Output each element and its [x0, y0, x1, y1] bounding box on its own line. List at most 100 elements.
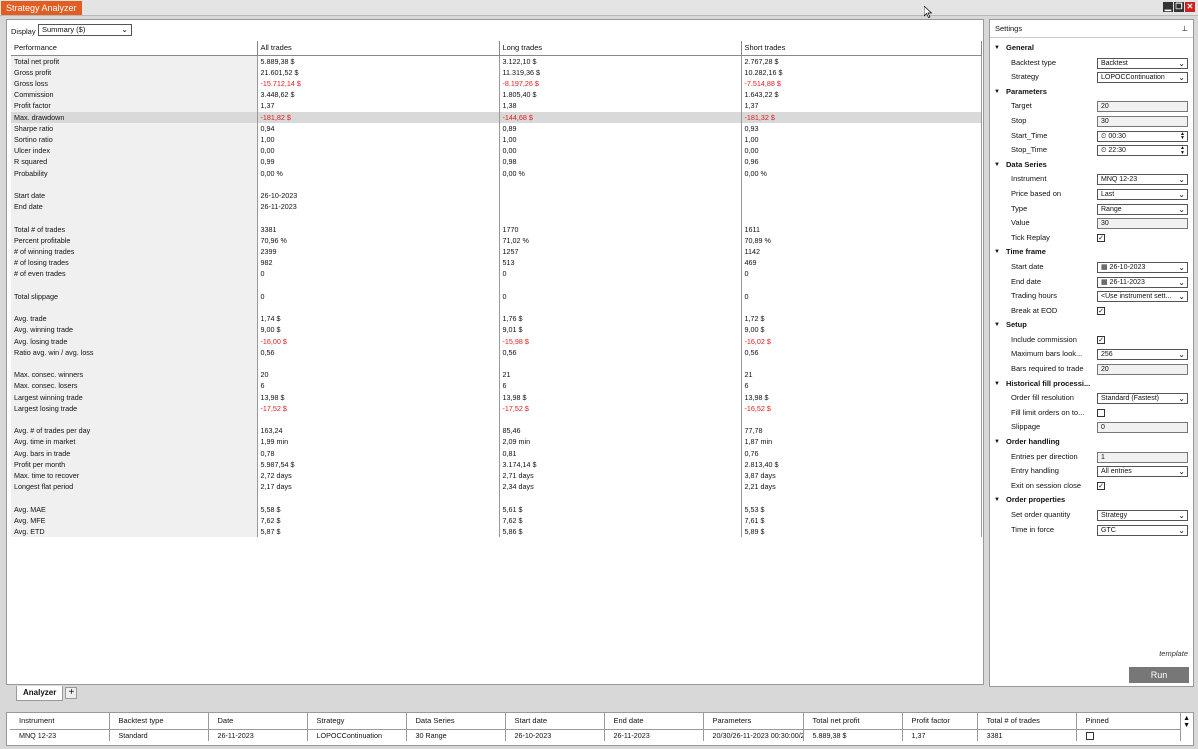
setting-input[interactable]: 20 — [1097, 101, 1188, 113]
perf-cell-long: 1770 — [499, 223, 742, 235]
results-row[interactable]: MNQ 12-23 Standard 26-11-2023 LOPOCContinua… — [10, 729, 1181, 741]
setting-dropdown[interactable]: GTC ⌄ — [1097, 524, 1188, 536]
perf-cell-long — [499, 413, 742, 426]
setting-input[interactable]: 30 — [1097, 218, 1188, 230]
perf-cell-short: 0,56 — [741, 346, 982, 358]
collapse-triangle-icon[interactable]: ▼ — [994, 245, 1000, 260]
collapse-triangle-icon[interactable]: ▼ — [994, 435, 1000, 450]
perf-cell-long: 7,62 $ — [499, 514, 742, 526]
settings-category[interactable]: ▼ Time frame — [990, 245, 1193, 260]
spinner-icon[interactable]: ▲ ▼ — [1180, 146, 1185, 155]
setting-checkbox[interactable]: ✓ — [1097, 481, 1105, 490]
results-header-11[interactable]: Pinned — [1076, 713, 1181, 730]
perf-row-label: Avg. time in market — [11, 436, 258, 448]
perf-cell-long: 71,02 % — [499, 234, 742, 246]
settings-category[interactable]: ▼ Order properties — [990, 493, 1193, 508]
setting-row: Type Range ⌄ — [990, 202, 1193, 217]
setting-checkbox[interactable] — [1097, 408, 1105, 417]
settings-category[interactable]: ▼ Setup — [990, 318, 1193, 333]
results-header-8[interactable]: Total net profit — [803, 713, 903, 730]
perf-cell-short — [741, 201, 982, 213]
add-tab-button[interactable]: + — [65, 687, 78, 699]
results-header-2[interactable]: Date — [208, 713, 308, 730]
perf-row-label — [11, 357, 258, 370]
settings-category[interactable]: ▼ Parameters — [990, 85, 1193, 100]
setting-dropdown[interactable]: 256 ⌄ — [1097, 349, 1188, 361]
perf-cell-all: -16,00 $ — [257, 335, 500, 347]
setting-dropdown[interactable]: All entries ⌄ — [1097, 466, 1188, 478]
setting-dropdown[interactable]: Range ⌄ — [1097, 203, 1188, 215]
results-header-10[interactable]: Total # of trades — [977, 713, 1077, 730]
close-button[interactable]: ✕ — [1185, 2, 1195, 12]
collapse-triangle-icon[interactable]: ▼ — [994, 158, 1000, 173]
setting-dropdown[interactable]: Backtest ⌄ — [1097, 57, 1188, 69]
setting-dropdown[interactable]: <Use instrument sett... ⌄ — [1097, 291, 1188, 303]
perf-header-1[interactable]: All trades — [257, 41, 500, 56]
setting-dropdown[interactable]: LOPOCContinuation ⌄ — [1097, 72, 1188, 84]
collapse-triangle-icon[interactable]: ▼ — [994, 493, 1000, 508]
perf-header-0[interactable]: Performance — [11, 41, 258, 56]
setting-input[interactable]: 0 — [1097, 422, 1188, 434]
setting-spin[interactable]: ⏲ 22:30 ▲ ▼ — [1097, 145, 1188, 157]
tab-analyzer[interactable]: Analyzer — [16, 686, 64, 701]
collapse-triangle-icon[interactable]: ▼ — [994, 377, 1000, 392]
perf-row: Sharpe ratio 0,94 0,89 0,93 — [11, 122, 982, 134]
results-header-1[interactable]: Backtest type — [109, 713, 209, 730]
collapse-triangle-icon[interactable]: ▼ — [994, 41, 1000, 56]
template-link[interactable]: template — [1159, 649, 1188, 658]
perf-row: Longest flat period 2,17 days 2,34 days 2,2… — [11, 481, 982, 493]
results-header-3[interactable]: Strategy — [307, 713, 407, 730]
settings-category[interactable]: ▼ Data Series — [990, 158, 1193, 173]
setting-input[interactable]: 1 — [1097, 451, 1188, 463]
perf-row-label: Sharpe ratio — [11, 122, 258, 134]
run-button[interactable]: Run — [1129, 667, 1189, 683]
setting-dropdown[interactable]: ▦ 26-10-2023 ⌄ — [1097, 261, 1188, 273]
setting-dropdown[interactable]: Strategy ⌄ — [1097, 510, 1188, 521]
setting-dropdown[interactable]: Last ⌄ — [1097, 188, 1188, 200]
pinned-checkbox[interactable] — [1085, 731, 1094, 740]
perf-row-label: Profit per month — [11, 458, 258, 470]
results-header-0[interactable]: Instrument — [10, 713, 110, 730]
collapse-triangle-icon[interactable]: ▼ — [994, 85, 1000, 100]
setting-checkbox[interactable]: ✓ — [1097, 233, 1105, 242]
perf-header-3[interactable]: Short trades — [741, 41, 982, 56]
setting-label: Backtest type — [1011, 57, 1057, 67]
perf-cell-short: 0,00 % — [741, 167, 982, 179]
setting-input[interactable]: 20 — [1097, 364, 1188, 376]
pin-icon[interactable]: ⊥ — [1181, 20, 1188, 38]
display-dropdown[interactable]: Summary ($) ⌄ — [38, 24, 132, 36]
collapse-triangle-icon[interactable]: ▼ — [994, 318, 1000, 333]
restore-button[interactable]: ❐ — [1174, 2, 1184, 12]
spinner-icon[interactable]: ▲ ▼ — [1180, 132, 1185, 141]
setting-spin[interactable]: ⏲ 00:30 ▲ ▼ — [1097, 130, 1188, 142]
perf-row-label — [11, 178, 258, 190]
results-header-4[interactable]: Data Series — [406, 713, 506, 730]
minimize-button[interactable]: ▁ — [1163, 2, 1173, 12]
setting-value: Last — [1101, 190, 1115, 198]
results-header-9[interactable]: Profit factor — [902, 713, 978, 730]
perf-cell-long: 0,98 — [499, 156, 742, 168]
results-header-7[interactable]: Parameters — [703, 713, 804, 730]
setting-value: <Use instrument sett... — [1101, 293, 1172, 301]
setting-checkbox[interactable]: ✓ — [1097, 306, 1105, 315]
perf-row: End date 26-11-2023 — [11, 201, 982, 213]
setting-dropdown[interactable]: Standard (Fastest) ⌄ — [1097, 393, 1188, 405]
results-header-5[interactable]: Start date — [505, 713, 605, 730]
results-header-6[interactable]: End date — [604, 713, 704, 730]
settings-category[interactable]: ▼ Historical fill processi... — [990, 377, 1193, 392]
setting-dropdown[interactable]: MNQ 12-23 ⌄ — [1097, 174, 1188, 186]
perf-header-2[interactable]: Long trades — [499, 41, 742, 56]
results-scrollbar[interactable]: ▲ ▼ — [1183, 715, 1190, 729]
perf-cell-all: 3381 — [257, 223, 500, 235]
perf-cell-long: 1,76 $ — [499, 313, 742, 325]
setting-label: Fill limit orders on to... — [1011, 407, 1085, 417]
perf-row: Total net profit 5.889,38 $3.122,10 $2.76… — [11, 55, 982, 67]
setting-dropdown[interactable]: ▦ 26-11-2023 ⌄ — [1097, 276, 1188, 288]
settings-category[interactable]: ▼ Order handling — [990, 435, 1193, 450]
setting-checkbox[interactable]: ✓ — [1097, 335, 1105, 344]
perf-cell-long: -17,52 $ — [499, 402, 742, 414]
settings-category[interactable]: ▼ General — [990, 41, 1193, 56]
setting-input[interactable]: 30 — [1097, 115, 1188, 127]
setting-label: Entry handling — [1011, 466, 1059, 476]
setting-label: Trading hours — [1011, 291, 1057, 301]
